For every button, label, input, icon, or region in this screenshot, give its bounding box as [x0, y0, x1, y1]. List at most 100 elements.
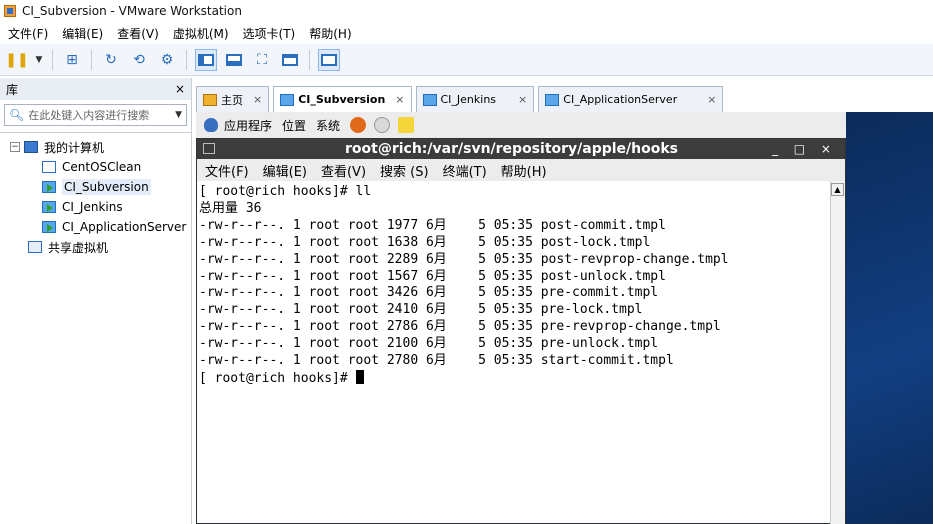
- tab-ci-jenkins[interactable]: CI_Jenkins ×: [415, 86, 535, 112]
- tree-item-label: CI_Subversion: [62, 179, 151, 195]
- scroll-up-icon[interactable]: ▲: [831, 183, 844, 196]
- firefox-icon[interactable]: [350, 117, 367, 133]
- terminal-menu-help[interactable]: 帮助(H): [501, 161, 547, 180]
- terminal-line: [ root@rich hooks]# ll: [199, 184, 372, 199]
- terminal-prompt: [ root@rich hooks]#: [199, 370, 356, 386]
- terminal-icon: [203, 143, 215, 154]
- library-close-icon[interactable]: ×: [175, 82, 185, 96]
- vm-tree: − 我的计算机 CentOSClean CI_Subversion CI_Jen…: [0, 132, 191, 257]
- menu-places[interactable]: 位置: [282, 117, 306, 134]
- menu-view[interactable]: 查看(V): [117, 25, 159, 42]
- window-title: CI_Subversion - VMware Workstation: [22, 4, 242, 18]
- mail-icon[interactable]: [374, 117, 391, 133]
- send-keys-icon[interactable]: ⊞: [61, 49, 83, 71]
- library-panel: 库 × 🔍︎ 在此处键入内容进行搜索 ▼ − 我的计算机 CentOSClean…: [0, 78, 192, 524]
- terminal-line: -rw-r--r--. 1 root root 1977 6月 5 05:35 …: [199, 217, 666, 233]
- terminal-menu-file[interactable]: 文件(F): [205, 161, 249, 180]
- shared-vm-icon: [28, 241, 42, 253]
- menu-edit[interactable]: 编辑(E): [62, 25, 103, 42]
- search-icon: 🔍︎: [9, 108, 25, 122]
- title-bar: CI_Subversion - VMware Workstation: [0, 0, 933, 22]
- tree-item-ci-jenkins[interactable]: CI_Jenkins: [0, 197, 191, 217]
- terminal-line: -rw-r--r--. 1 root root 1567 6月 5 05:35 …: [199, 268, 666, 284]
- tree-item-label: 共享虚拟机: [48, 240, 109, 255]
- vm-icon: [545, 93, 560, 106]
- running-vm-icon: [42, 181, 56, 193]
- show-library-icon[interactable]: [195, 48, 217, 71]
- tree-item-ci-subversion[interactable]: CI_Subversion: [0, 177, 191, 197]
- tree-item-centosclean[interactable]: CentOSClean: [0, 157, 191, 177]
- toolbar-separator: [52, 49, 53, 70]
- terminal-menu-terminal[interactable]: 终端(T): [443, 161, 487, 180]
- terminal-title: root@rich:/var/svn/repository/apple/hook…: [345, 141, 679, 157]
- revert-snapshot-icon[interactable]: ⟲: [128, 49, 150, 71]
- terminal-window: root@rich:/var/svn/repository/apple/hook…: [196, 138, 846, 524]
- chevron-down-icon[interactable]: ▼: [175, 110, 182, 120]
- vm-icon: [422, 93, 437, 106]
- close-icon[interactable]: ×: [253, 93, 262, 106]
- toolbar-separator: [91, 49, 92, 70]
- tree-item-label: CI_Jenkins: [62, 200, 123, 214]
- tab-home[interactable]: 主页 ×: [196, 86, 270, 112]
- gnome-foot-icon: [204, 118, 218, 132]
- terminal-prompt-line: [ root@rich hooks]#: [199, 369, 830, 388]
- terminal-menu-edit[interactable]: 编辑(E): [263, 161, 307, 180]
- terminal-line: -rw-r--r--. 1 root root 2410 6月 5 05:35 …: [199, 302, 643, 318]
- running-vm-icon: [42, 221, 56, 233]
- tab-label: CI_Jenkins: [440, 93, 497, 106]
- terminal-title-bar: root@rich:/var/svn/repository/apple/hook…: [197, 139, 845, 159]
- snapshot-icon[interactable]: ↻: [100, 49, 122, 71]
- unity-icon[interactable]: [279, 49, 301, 71]
- tree-item-shared-vms[interactable]: 共享虚拟机: [0, 237, 191, 257]
- tree-item-label: CentOSClean: [62, 160, 142, 174]
- tab-label: CI_Subversion: [298, 93, 386, 106]
- terminal-menu-view[interactable]: 查看(V): [321, 161, 366, 180]
- terminal-cursor: [355, 369, 364, 384]
- terminal-menu-bar: 文件(F) 编辑(E) 查看(V) 搜索 (S) 终端(T) 帮助(H): [197, 159, 845, 181]
- terminal-line: -rw-r--r--. 1 root root 2786 6月 5 05:35 …: [199, 319, 721, 335]
- menu-file[interactable]: 文件(F): [8, 25, 48, 42]
- library-header: 库 ×: [0, 78, 191, 100]
- collapse-icon[interactable]: −: [10, 142, 20, 152]
- menu-help[interactable]: 帮助(H): [309, 25, 351, 42]
- thumbnail-bar-icon[interactable]: [223, 49, 245, 71]
- console-view-icon[interactable]: [318, 48, 340, 71]
- terminal-line: -rw-r--r--. 1 root root 1638 6月 5 05:35 …: [199, 234, 651, 250]
- vm-tabs: 主页 × CI_Subversion × CI_Jenkins × CI_App…: [196, 84, 933, 112]
- home-icon: [203, 93, 217, 106]
- terminal-scrollbar[interactable]: ▲: [830, 181, 845, 524]
- terminal-line: 总用量 36: [199, 200, 262, 216]
- library-search-input[interactable]: 🔍︎ 在此处键入内容进行搜索 ▼: [4, 104, 187, 126]
- terminal-line: -rw-r--r--. 1 root root 2289 6月 5 05:35 …: [199, 251, 729, 267]
- guest-desktop: [846, 112, 933, 524]
- guest-top-panel: 应用程序 位置 系统: [196, 112, 846, 138]
- tab-ci-applicationserver[interactable]: CI_ApplicationServer ×: [538, 86, 724, 112]
- tree-item-label: 我的计算机: [44, 140, 105, 155]
- close-icon[interactable]: ×: [707, 93, 716, 106]
- menu-bar: 文件(F) 编辑(E) 查看(V) 虚拟机(M) 选项卡(T) 帮助(H): [0, 22, 933, 44]
- menu-vm[interactable]: 虚拟机(M): [173, 25, 229, 42]
- toolbar: ❚❚ ▼ ⊞ ↻ ⟲ ⚙ ⛶: [0, 44, 933, 76]
- fullscreen-icon[interactable]: ⛶: [251, 49, 273, 71]
- dropdown-arrow-icon[interactable]: ▼: [34, 49, 44, 71]
- tab-label: 主页: [221, 93, 243, 107]
- terminal-menu-search[interactable]: 搜索 (S): [380, 161, 429, 180]
- window-controls[interactable]: _ □ ×: [772, 142, 837, 156]
- notes-icon[interactable]: [398, 117, 415, 133]
- close-icon[interactable]: ×: [518, 93, 527, 106]
- menu-tabs[interactable]: 选项卡(T): [243, 25, 296, 42]
- tree-item-ci-applicationserver[interactable]: CI_ApplicationServer: [0, 217, 191, 237]
- close-icon[interactable]: ×: [395, 93, 404, 106]
- snapshot-manager-icon[interactable]: ⚙: [156, 49, 178, 71]
- menu-system[interactable]: 系统: [316, 117, 340, 134]
- running-vm-icon: [42, 201, 56, 213]
- terminal-output[interactable]: [ root@rich hooks]# ll 总用量 36 -rw-r--r--. …: [197, 181, 832, 524]
- terminal-line: -rw-r--r--. 1 root root 2780 6月 5 05:35 …: [199, 353, 674, 369]
- tree-item-my-computer[interactable]: − 我的计算机: [0, 137, 191, 157]
- toolbar-separator: [186, 49, 187, 70]
- menu-applications[interactable]: 应用程序: [224, 117, 272, 134]
- vm-icon: [42, 161, 56, 173]
- pause-icon[interactable]: ❚❚: [5, 49, 28, 71]
- tab-ci-subversion[interactable]: CI_Subversion ×: [273, 86, 412, 112]
- vmware-icon: [4, 5, 16, 17]
